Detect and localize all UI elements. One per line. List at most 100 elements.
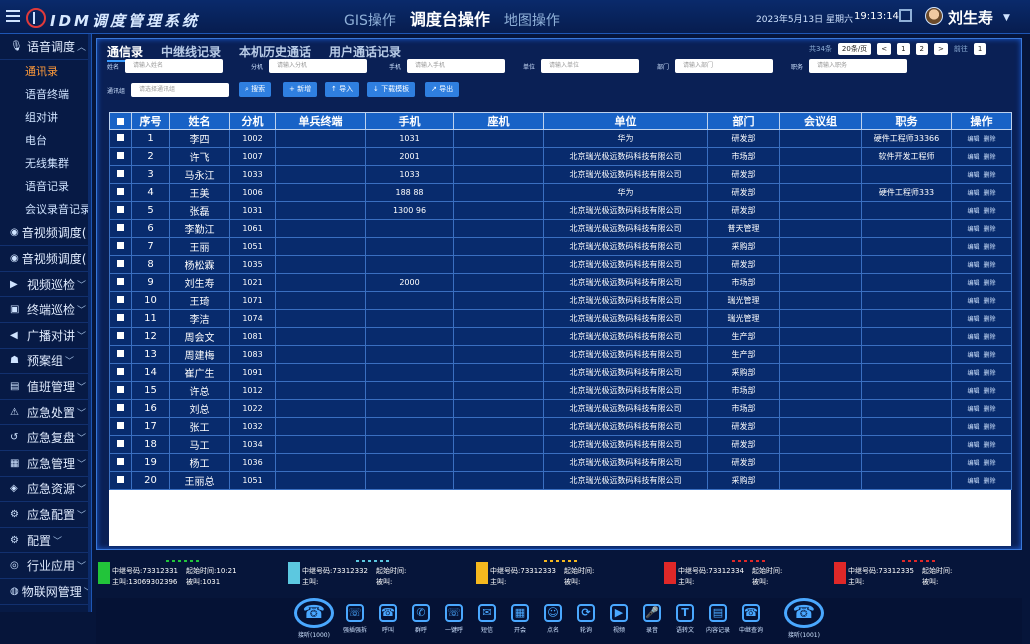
table-row[interactable]: 8 杨松霖 1035 北京瑞光极远数码科技有限公司 研发部 编辑 删除 — [109, 255, 1012, 274]
checkbox[interactable] — [117, 242, 124, 249]
sidebar-group-6[interactable]: ☗ 预案组 ﹀ — [0, 349, 91, 375]
sidebar-group-14[interactable]: ◎ 行业应用 ﹀ — [0, 553, 91, 579]
table-row[interactable]: 15 许总 1012 北京瑞光极远数码科技有限公司 市场部 编辑 删除 — [109, 381, 1012, 400]
edit-link[interactable]: 编辑 — [967, 154, 979, 161]
table-row[interactable]: 1 李四 1002 1031 华为 研发部 硬件工程师33366 编辑 删除 — [109, 129, 1012, 148]
dept-input[interactable]: 请输入部门 — [675, 59, 774, 73]
sidebar-group-9[interactable]: ↺ 应急复盘 ﹀ — [0, 425, 91, 451]
checkbox[interactable] — [117, 314, 124, 321]
checkbox[interactable] — [117, 152, 124, 159]
mobile-input[interactable]: 请输入手机 — [407, 59, 506, 73]
row-checkbox[interactable] — [109, 399, 132, 418]
sidebar-item-5[interactable]: 语音记录 — [0, 175, 91, 198]
delete-link[interactable]: 删除 — [984, 154, 996, 161]
checkbox[interactable] — [117, 134, 124, 141]
col-name[interactable]: 姓名 — [169, 112, 230, 130]
tab-gis[interactable]: GIS操作 — [344, 10, 396, 30]
edit-link[interactable]: 编辑 — [967, 424, 979, 431]
row-checkbox[interactable] — [109, 183, 132, 202]
table-row[interactable]: 9 刘生寿 1021 2000 北京瑞光极远数码科技有限公司 市场部 编辑 删除 — [109, 273, 1012, 292]
sidebar-group-8[interactable]: ⚠ 应急处置 ﹀ — [0, 400, 91, 426]
table-row[interactable]: 14 崔广生 1091 北京瑞光极远数码科技有限公司 采购部 编辑 删除 — [109, 363, 1012, 382]
row-checkbox[interactable] — [109, 435, 132, 454]
delete-link[interactable]: 删除 — [984, 226, 996, 233]
edit-link[interactable]: 编辑 — [967, 208, 979, 215]
call-card[interactable]: 中继号码:73312334 主叫: 起始时间: 被叫: — [662, 560, 838, 590]
edit-link[interactable]: 编辑 — [967, 460, 979, 467]
delete-link[interactable]: 删除 — [984, 262, 996, 269]
table-row[interactable]: 20 王丽总 1051 北京瑞光极远数码科技有限公司 采购部 编辑 删除 — [109, 471, 1012, 490]
tool-button[interactable]: ✆ 群呼 — [406, 604, 436, 634]
table-row[interactable]: 3 马永江 1033 1033 北京瑞光极远数码科技有限公司 研发部 编辑 删除 — [109, 165, 1012, 184]
edit-link[interactable]: 编辑 — [967, 226, 979, 233]
tool-button[interactable]: ☏ 强插强拆 — [340, 604, 370, 634]
row-checkbox[interactable] — [109, 345, 132, 364]
sidebar-group-3[interactable]: ▶ 视频巡检 ﹀ — [0, 272, 91, 298]
row-checkbox[interactable] — [109, 237, 132, 256]
sidebar-group-13[interactable]: ⚙ 配置 ﹀ — [0, 528, 91, 554]
edit-link[interactable]: 编辑 — [967, 388, 979, 395]
delete-link[interactable]: 删除 — [984, 298, 996, 305]
col-meeting-group[interactable]: 会议组 — [779, 112, 862, 130]
table-row[interactable]: 6 李勤江 1061 北京瑞光极远数码科技有限公司 普天管理 编辑 删除 — [109, 219, 1012, 238]
edit-link[interactable]: 编辑 — [967, 298, 979, 305]
sidebar-group-0[interactable]: 🎙 语音调度 ︿ — [0, 34, 91, 60]
tool-button[interactable]: ⟳ 轮询 — [571, 604, 601, 634]
call-card[interactable]: 中继号码:73312335 主叫: 起始时间: 被叫: — [832, 560, 1008, 590]
col-title[interactable]: 职务 — [861, 112, 952, 130]
col-dept[interactable]: 部门 — [707, 112, 780, 130]
goto-page-input[interactable]: 1 — [973, 43, 987, 55]
page-2-button[interactable]: 2 — [915, 43, 928, 55]
row-checkbox[interactable] — [109, 309, 132, 328]
checkbox[interactable] — [117, 170, 124, 177]
sidebar-group-4[interactable]: ▣ 终端巡检 ﹀ — [0, 297, 91, 323]
sidebar-group-7[interactable]: ▤ 值班管理 ﹀ — [0, 374, 91, 400]
tool-button[interactable]: ✉ 短信 — [472, 604, 502, 634]
edit-link[interactable]: 编辑 — [967, 370, 979, 377]
row-checkbox[interactable] — [109, 273, 132, 292]
row-checkbox[interactable] — [109, 327, 132, 346]
tab-dispatch[interactable]: 调度台操作 — [410, 6, 490, 30]
page-size-select[interactable]: 20条/页 — [837, 43, 872, 55]
edit-link[interactable]: 编辑 — [967, 352, 979, 359]
chevron-down-icon[interactable]: ▼ — [1003, 13, 1010, 23]
sidebar-group-11[interactable]: ◈ 应急资源 ﹀ — [0, 477, 91, 503]
avatar[interactable] — [925, 7, 943, 25]
answer-left-button[interactable]: ☎ 接听(1000) — [292, 598, 336, 639]
table-row[interactable]: 19 杨工 1036 北京瑞光极远数码科技有限公司 研发部 编辑 删除 — [109, 453, 1012, 472]
delete-link[interactable]: 删除 — [984, 352, 996, 359]
checkbox[interactable] — [117, 260, 124, 267]
add-button[interactable]: + 新增 — [283, 82, 318, 97]
tool-button[interactable]: ▦ 开会 — [505, 604, 535, 634]
col-mobile[interactable]: 手机 — [365, 112, 454, 130]
checkbox[interactable] — [117, 350, 124, 357]
sidebar-item-4[interactable]: 无线集群 — [0, 152, 91, 175]
sidebar-item-0[interactable]: 通讯录 — [0, 60, 91, 83]
title-input[interactable]: 请输入职务 — [809, 59, 908, 73]
row-checkbox[interactable] — [109, 255, 132, 274]
checkbox[interactable] — [117, 440, 124, 447]
sidebar-scrollbar[interactable] — [88, 34, 91, 612]
checkbox[interactable] — [117, 386, 124, 393]
table-row[interactable]: 4 王美 1006 188 88 华为 研发部 硬件工程师333 编辑 删除 — [109, 183, 1012, 202]
download-template-button[interactable]: ↓ 下载模板 — [367, 82, 416, 97]
menu-icon[interactable] — [6, 10, 20, 22]
checkbox[interactable] — [117, 332, 124, 339]
checkbox[interactable] — [117, 188, 124, 195]
edit-link[interactable]: 编辑 — [967, 262, 979, 269]
user-name[interactable]: 刘生寿 — [948, 7, 993, 28]
checkbox[interactable] — [117, 224, 124, 231]
delete-link[interactable]: 删除 — [984, 280, 996, 287]
tool-button[interactable]: ▶ 视频 — [604, 604, 634, 634]
search-button[interactable]: ⌕ 搜索 — [239, 82, 272, 97]
fullscreen-icon[interactable] — [899, 9, 912, 22]
delete-link[interactable]: 删除 — [984, 478, 996, 485]
row-checkbox[interactable] — [109, 201, 132, 220]
prev-page-button[interactable]: < — [877, 43, 892, 55]
edit-link[interactable]: 编辑 — [967, 172, 979, 179]
answer-right-button[interactable]: ☎ 接听(1001) — [782, 598, 826, 639]
checkbox[interactable] — [117, 404, 124, 411]
edit-link[interactable]: 编辑 — [967, 280, 979, 287]
select-all-checkbox[interactable] — [109, 112, 132, 130]
col-ext[interactable]: 分机 — [229, 112, 276, 130]
